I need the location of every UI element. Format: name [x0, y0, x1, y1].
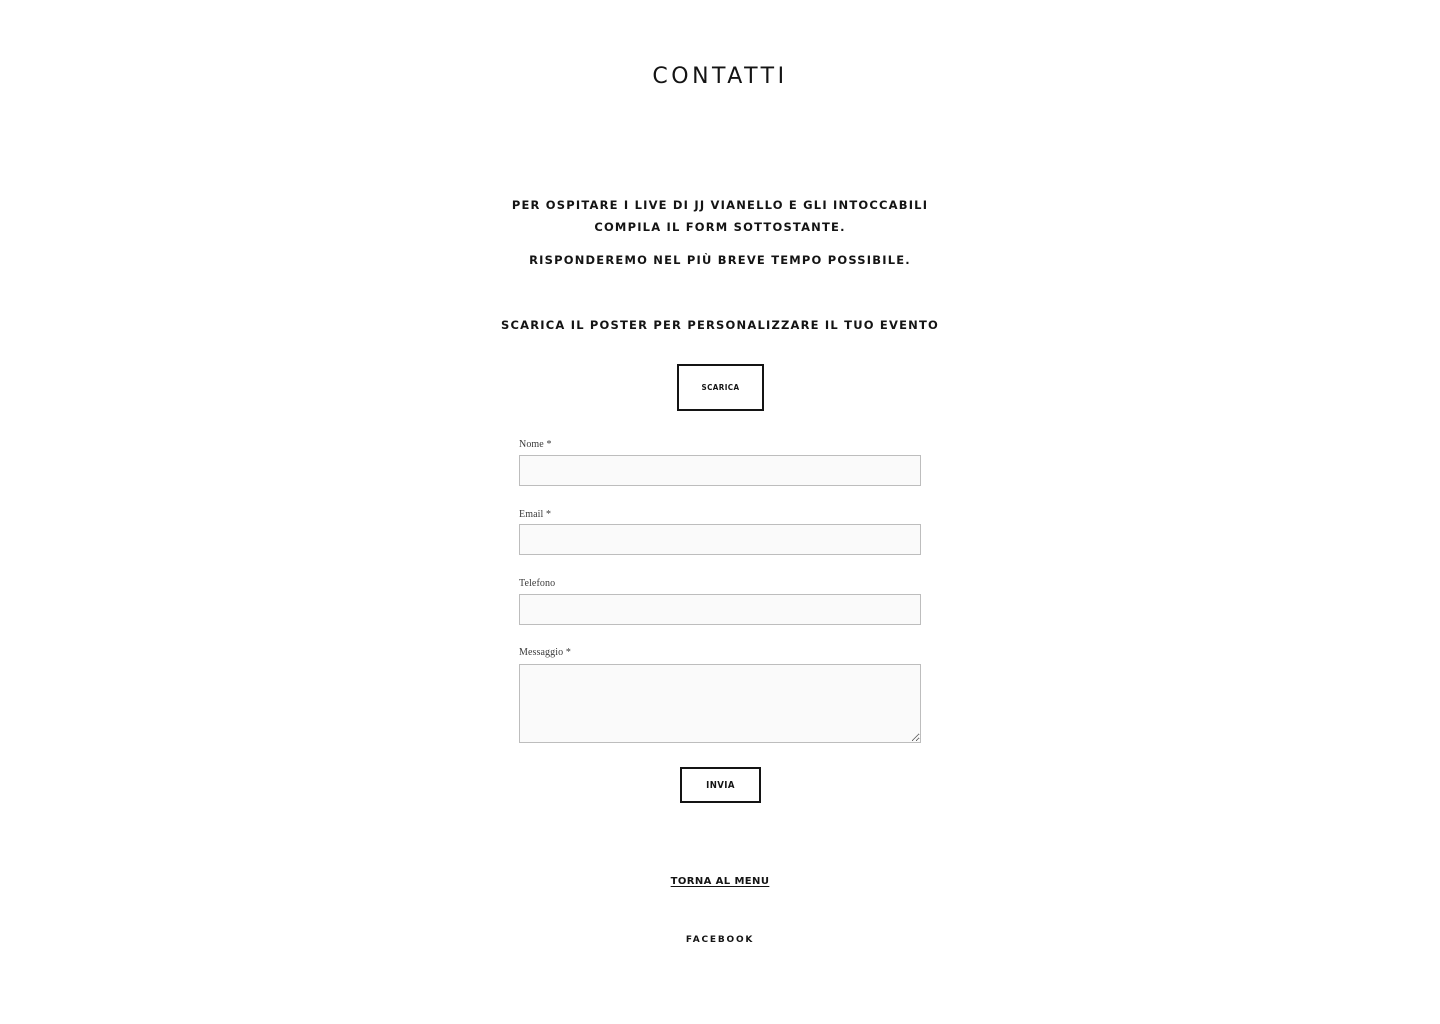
intro-line-2: COMPILA IL FORM SOTTOSTANTE. [594, 220, 846, 234]
poster-heading: SCARICA IL POSTER PER PERSONALIZZARE IL … [501, 318, 939, 332]
name-input[interactable] [519, 455, 921, 486]
back-to-menu-link[interactable]: TORNA AL MENU [671, 876, 770, 887]
intro-line-1: PER OSPITARE I LIVE DI JJ VIANELLO E GLI… [511, 198, 929, 212]
back-link-container: TORNA AL MENU [0, 876, 1440, 887]
phone-input[interactable] [519, 594, 921, 625]
message-label: Messaggio * [519, 647, 571, 658]
intro-text: PER OSPITARE I LIVE DI JJ VIANELLO E GLI… [0, 194, 1440, 271]
message-textarea[interactable] [519, 664, 921, 743]
email-label: Email * [519, 509, 552, 520]
intro-line-3: RISPONDEREMO NEL PIÙ BREVE TEMPO POSSIBI… [529, 253, 911, 267]
email-input[interactable] [519, 524, 921, 555]
phone-label: Telefono [519, 578, 556, 589]
intro-paragraph: PER OSPITARE I LIVE DI JJ VIANELLO E GLI… [0, 194, 1440, 238]
download-poster-button[interactable]: SCARICA [677, 364, 764, 411]
social-links: FACEBOOK [0, 935, 1440, 945]
facebook-link[interactable]: FACEBOOK [686, 935, 754, 945]
name-label: Nome * [519, 439, 552, 450]
submit-button[interactable]: INVIA [680, 767, 761, 803]
page-title: CONTATTI [652, 64, 788, 89]
